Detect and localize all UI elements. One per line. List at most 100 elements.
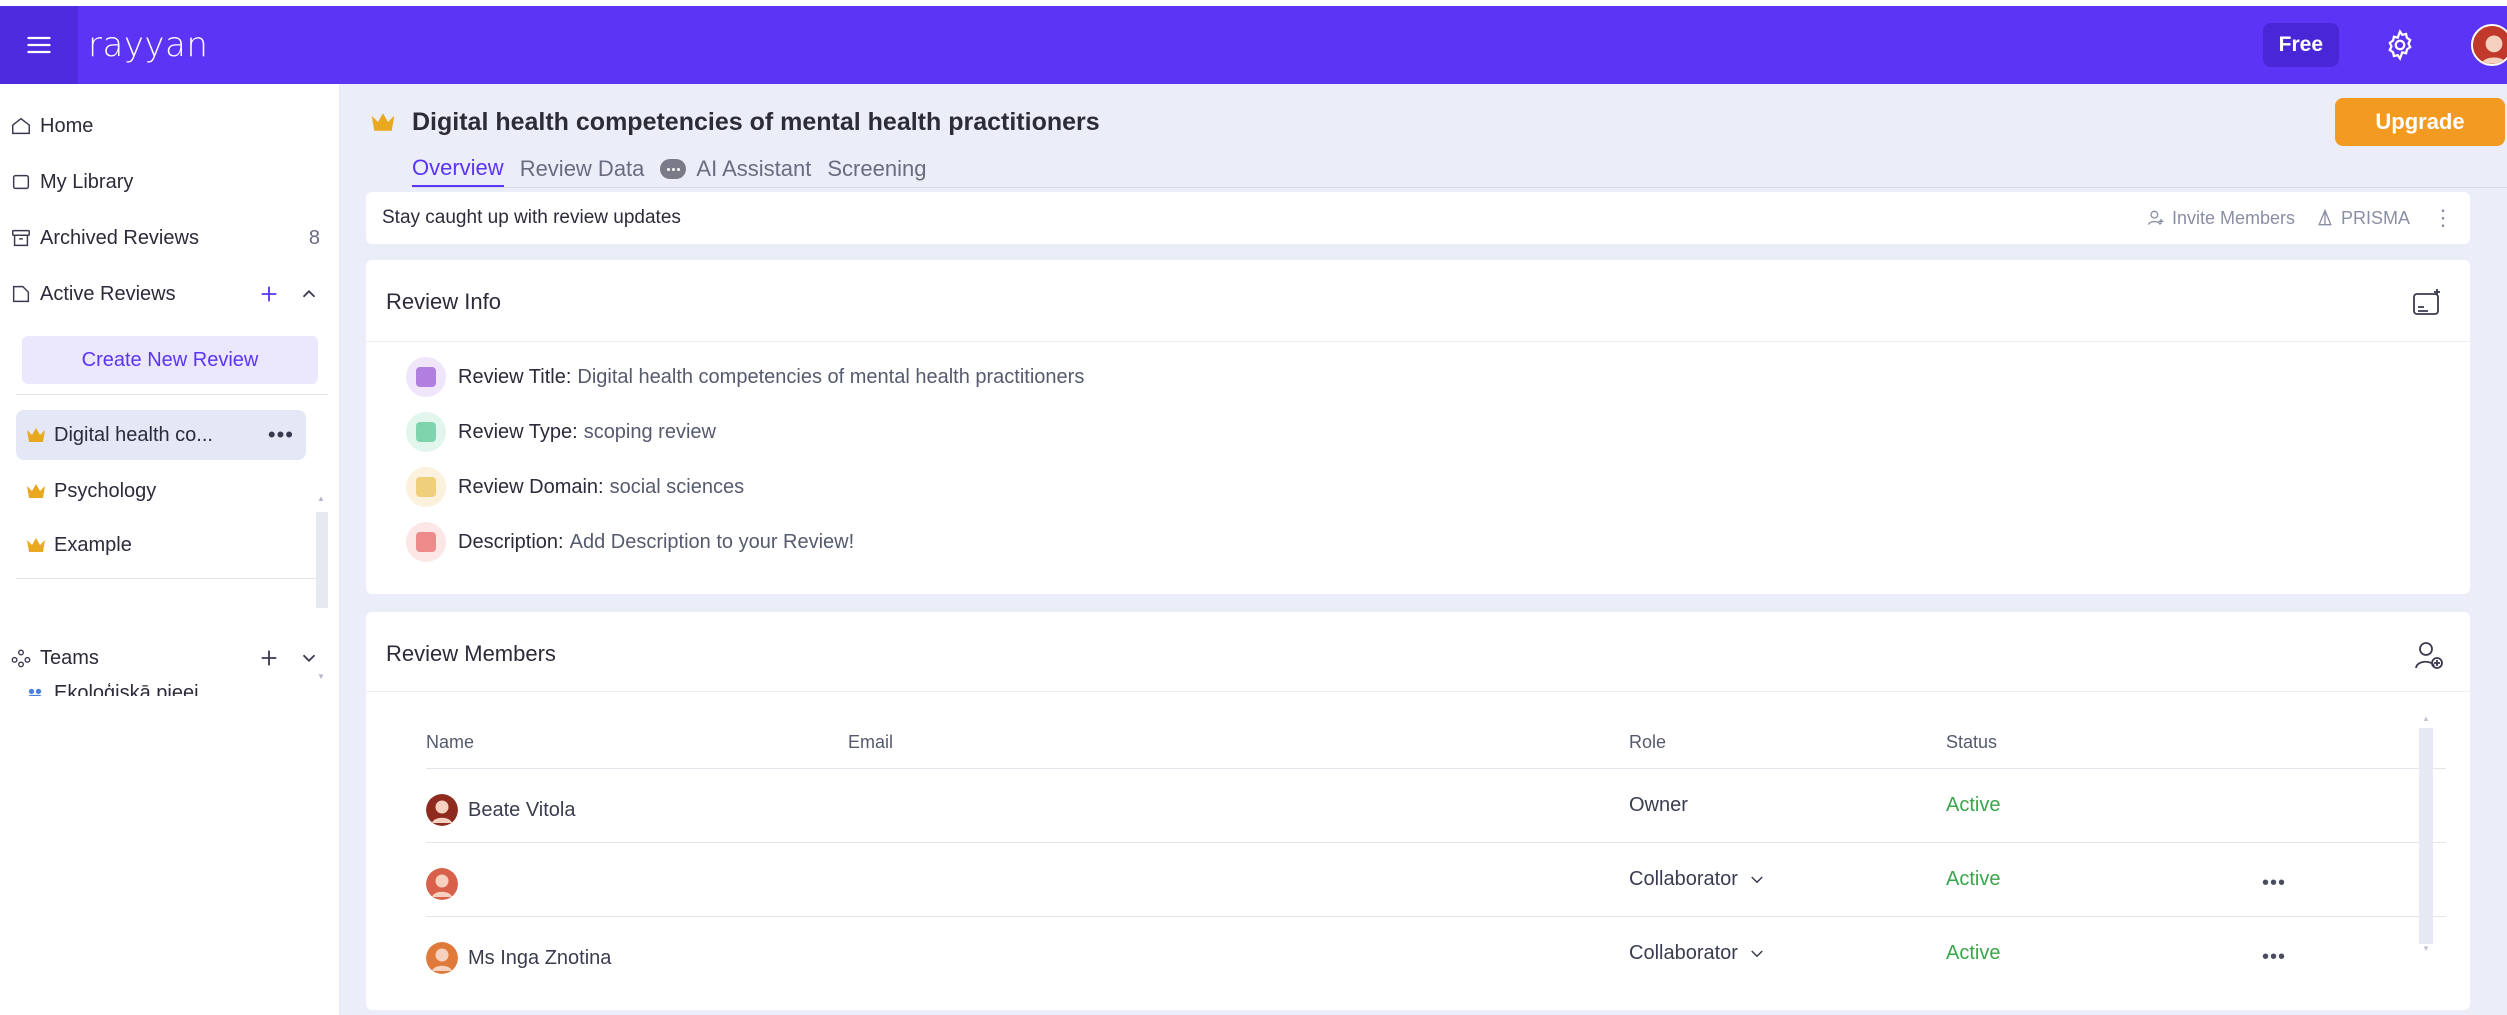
role-dropdown[interactable]: Collaborator <box>1629 868 1766 891</box>
member-status-cell: Active <box>1946 794 2001 816</box>
chevron-down-icon <box>1751 875 1763 883</box>
info-row-domain: Review Domain: social sciences <box>406 467 744 507</box>
sidebar-item-label: Teams <box>40 646 99 669</box>
add-user-icon <box>2147 210 2164 225</box>
review-members-title: Review Members <box>386 641 556 666</box>
sidebar-item-library[interactable]: My Library <box>10 162 330 202</box>
hamburger-menu-button[interactable] <box>0 6 78 84</box>
card-header: Review Info <box>366 260 2470 342</box>
row-more-options-icon[interactable]: ••• <box>2262 872 2286 895</box>
info-row-type: Review Type: scoping review <box>406 412 716 452</box>
chevron-down-icon <box>1751 949 1763 957</box>
sidebar-item-teams[interactable]: Teams <box>10 638 330 678</box>
sidebar-item-label: Archived Reviews <box>40 226 199 249</box>
review-info-card: Review Info Review Title: Digital health… <box>366 260 2470 594</box>
avatar <box>426 868 458 900</box>
member-name-cell: Ms Inga Znotina <box>426 942 611 974</box>
avatar <box>426 794 458 826</box>
chat-bubble-icon <box>660 159 687 179</box>
row-more-options-icon[interactable]: ••• <box>2262 946 2286 969</box>
prisma-link[interactable]: PRISMA <box>2315 208 2410 229</box>
home-icon <box>12 117 30 135</box>
plus-icon[interactable] <box>258 647 280 669</box>
sidebar-review-psychology[interactable]: Psychology <box>16 466 306 516</box>
prisma-icon <box>2318 208 2332 226</box>
brand-logo[interactable]: rayyan <box>88 25 208 65</box>
invite-members-link[interactable]: Invite Members <box>2146 208 2295 229</box>
column-header-status: Status <box>1946 732 1998 752</box>
sidebar-item-label: Active Reviews <box>40 282 176 305</box>
column-header-role: Role <box>1629 732 1667 752</box>
chevron-up-icon[interactable] <box>298 283 320 305</box>
add-member-icon[interactable] <box>2414 640 2444 670</box>
column-header-email: Email <box>848 732 894 752</box>
title-icon <box>406 357 446 397</box>
tab-overview[interactable]: Overview <box>412 150 504 188</box>
member-status-cell: Active <box>1946 868 2001 890</box>
archived-count: 8 <box>308 226 320 249</box>
archive-icon <box>12 229 30 247</box>
divider <box>16 394 328 395</box>
user-avatar[interactable] <box>2471 24 2507 66</box>
kebab-menu-icon[interactable]: ⋮ <box>2432 207 2454 229</box>
member-name-cell: Beate Vitola <box>426 794 576 826</box>
tab-screening[interactable]: Screening <box>827 150 926 188</box>
info-row-description: Description: Add Description to your Rev… <box>406 522 854 562</box>
sidebar-review-digital-health[interactable]: Digital health co... ••• <box>16 410 306 460</box>
review-label: Example <box>54 533 132 556</box>
info-row-title: Review Title: Digital health competencie… <box>406 357 1084 397</box>
more-options-icon[interactable]: ••• <box>268 422 294 448</box>
review-info-title: Review Info <box>386 289 501 314</box>
tab-ai-assistant[interactable]: AI Assistant <box>660 150 811 188</box>
member-name-cell <box>426 868 468 900</box>
tab-bar: Overview Review Data AI Assistant Screen… <box>412 150 942 188</box>
table-row: Ms Inga Znotina Collaborator Active ••• <box>366 916 2470 990</box>
plus-icon[interactable] <box>258 283 280 305</box>
avatar <box>426 942 458 974</box>
sidebar-item-active-reviews[interactable]: Active Reviews <box>10 274 330 314</box>
sidebar-review-partial[interactable]: Ekoloģiskā pieej <box>26 676 306 696</box>
divider <box>16 578 328 579</box>
table-row: Beate Vitola Owner Active <box>366 768 2470 842</box>
sidebar-item-label: Home <box>40 114 94 137</box>
tab-review-data[interactable]: Review Data <box>520 150 645 188</box>
updates-card: Stay caught up with review updates Invit… <box>366 192 2470 244</box>
sidebar-item-archived[interactable]: Archived Reviews 8 <box>10 218 330 258</box>
role-dropdown[interactable]: Collaborator <box>1629 942 1766 965</box>
main-content: Digital health competencies of mental he… <box>340 84 2507 1015</box>
create-new-review-button[interactable]: Create New Review <box>22 336 318 384</box>
sidebar-review-example[interactable]: Example <box>16 520 306 570</box>
hamburger-icon <box>27 36 51 54</box>
updates-text: Stay caught up with review updates <box>382 207 681 228</box>
page-title: Digital health competencies of mental he… <box>412 108 1100 136</box>
members-scrollbar[interactable]: ▲ ▼ <box>2418 714 2434 953</box>
sidebar-item-label: My Library <box>40 170 134 193</box>
card-header: Review Members <box>366 612 2470 692</box>
domain-icon <box>406 467 446 507</box>
upgrade-button[interactable]: Upgrade <box>2335 98 2505 146</box>
prisma-label: PRISMA <box>2340 207 2410 228</box>
crown-icon <box>27 484 45 498</box>
crown-icon <box>27 428 45 442</box>
teams-icon <box>11 649 31 668</box>
review-label: Digital health co... <box>54 423 213 446</box>
type-icon <box>406 412 446 452</box>
table-row: Collaborator Active ••• <box>366 842 2470 916</box>
team-review-icon <box>28 688 42 696</box>
library-icon <box>12 174 30 190</box>
sidebar: Home My Library Archived Reviews 8 Activ… <box>0 84 340 1015</box>
tab-label: AI Assistant <box>696 156 812 181</box>
crown-icon <box>27 538 45 552</box>
gear-icon[interactable] <box>2383 28 2417 62</box>
plan-badge[interactable]: Free <box>2262 23 2339 67</box>
edit-card-icon[interactable] <box>2412 288 2444 318</box>
invite-members-label: Invite Members <box>2171 207 2295 228</box>
member-status-cell: Active <box>1946 942 2001 964</box>
crown-icon <box>371 113 395 131</box>
member-role-cell: Owner <box>1629 794 1688 816</box>
chevron-down-icon[interactable] <box>298 647 320 669</box>
folder-icon <box>12 285 30 303</box>
column-header-name: Name <box>426 732 475 752</box>
description-icon <box>406 522 446 562</box>
sidebar-item-home[interactable]: Home <box>10 106 330 146</box>
